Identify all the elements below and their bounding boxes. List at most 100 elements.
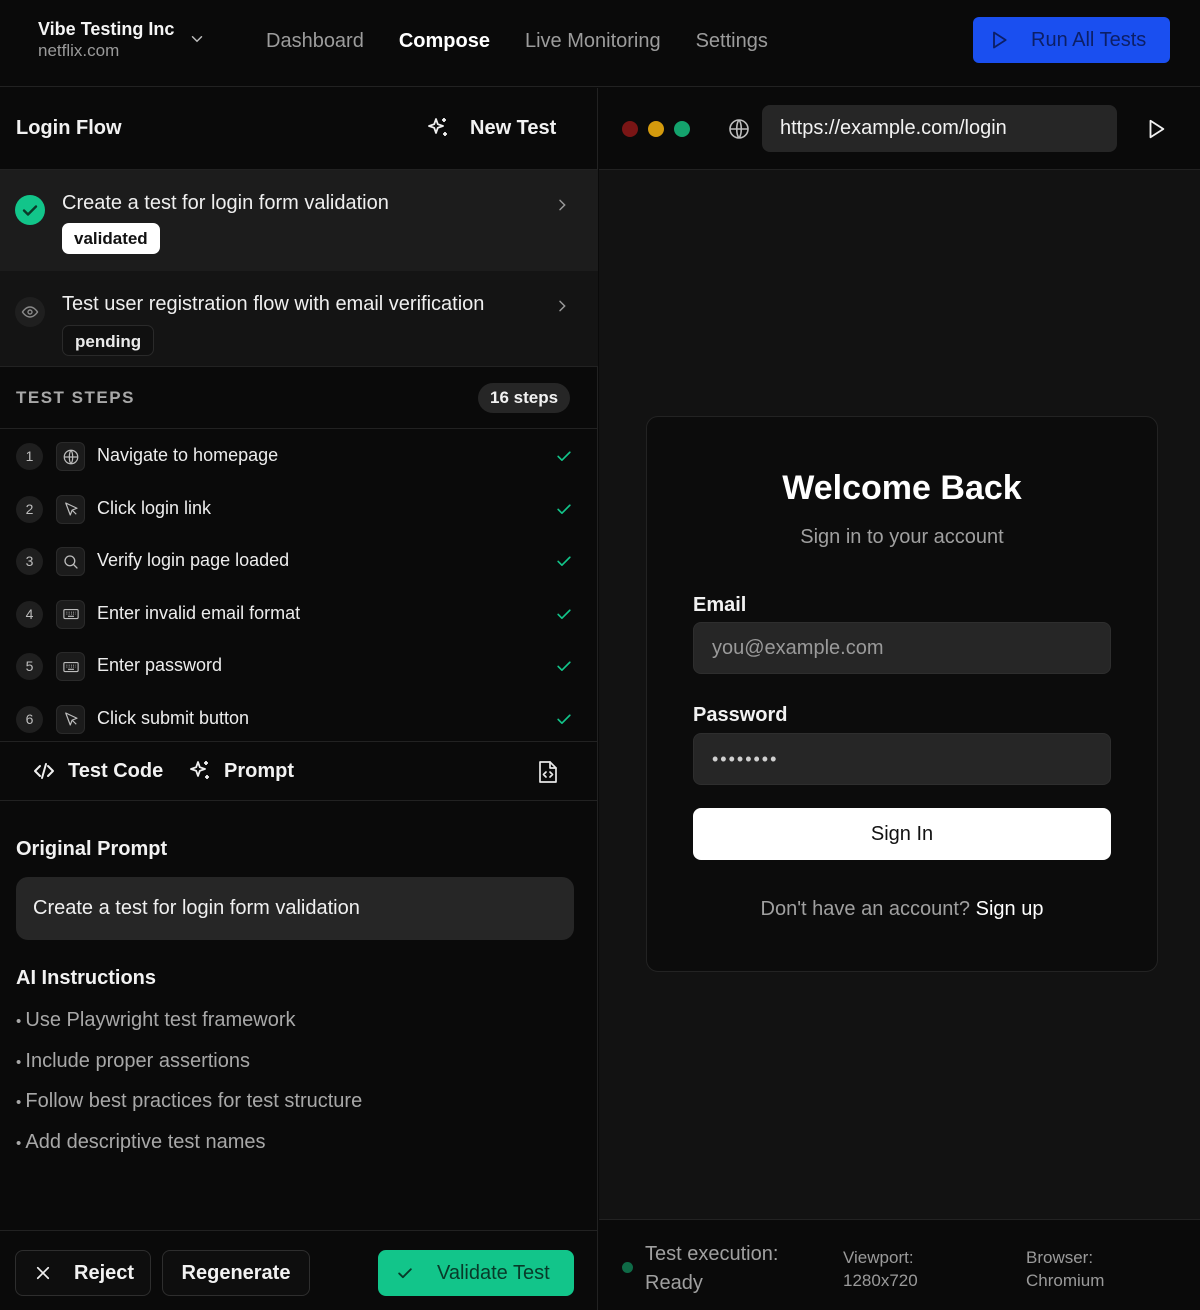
browser-label: Browser: xyxy=(1026,1248,1094,1267)
list-item: Include proper assertions xyxy=(16,1047,362,1088)
test-steps-label: TEST STEPS xyxy=(16,388,135,407)
window-close-dot[interactable] xyxy=(622,121,638,137)
search-icon xyxy=(56,547,85,576)
step-number: 2 xyxy=(16,495,43,523)
window-maximize-dot[interactable] xyxy=(674,121,690,137)
keyboard-icon xyxy=(56,599,85,629)
test-step[interactable]: 4 Enter invalid email format xyxy=(0,588,598,640)
check-icon xyxy=(554,604,574,624)
browser-bar: https://example.com/login xyxy=(599,88,1200,170)
tab-test-code[interactable]: Test Code xyxy=(32,759,163,783)
signup-prompt-text: Don't have an account? xyxy=(760,898,971,920)
reject-label: Reject xyxy=(74,1261,135,1284)
sign-up-link[interactable]: Sign up xyxy=(976,898,1044,920)
test-item-login-validation[interactable]: Create a test for login form validation … xyxy=(0,170,598,271)
step-label: Enter invalid email format xyxy=(97,602,301,623)
step-number: 4 xyxy=(16,600,43,628)
chevron-right-icon xyxy=(554,197,570,213)
composer-panel: Login Flow New Test Create a test for lo… xyxy=(0,88,598,1310)
run-all-tests-button[interactable]: Run All Tests xyxy=(973,17,1170,63)
signup-prompt: Don't have an account? Sign up xyxy=(647,898,1157,921)
step-label: Click submit button xyxy=(97,707,250,728)
test-execution-value: Ready xyxy=(645,1272,703,1294)
step-number: 1 xyxy=(16,443,43,470)
nav-live-monitoring[interactable]: Live Monitoring xyxy=(525,28,661,54)
play-icon[interactable] xyxy=(1145,118,1167,140)
test-title: Create a test for login form validation xyxy=(62,192,389,214)
tab-prompt[interactable]: Prompt xyxy=(188,759,294,783)
regenerate-button[interactable]: Regenerate xyxy=(162,1250,310,1296)
org-switcher[interactable]: Vibe Testing Inc netflix.com xyxy=(38,18,174,62)
new-test-label: New Test xyxy=(470,116,557,139)
browser-preview-panel: https://example.com/login Welcome Back S… xyxy=(599,88,1200,1310)
list-item: Follow best practices for test structure xyxy=(16,1087,362,1128)
status-badge: validated xyxy=(62,223,160,254)
flow-bar: Login Flow New Test xyxy=(0,88,598,170)
list-item: Add descriptive test names xyxy=(16,1128,362,1169)
sparkle-icon xyxy=(426,116,450,140)
original-prompt-title: Original Prompt xyxy=(16,838,168,860)
password-field[interactable]: •••••••• xyxy=(693,733,1111,785)
step-label: Verify login page loaded xyxy=(97,550,290,570)
keyboard-icon xyxy=(56,652,85,681)
file-code-icon[interactable] xyxy=(537,760,559,784)
editor-tabs: Test Code Prompt xyxy=(0,741,598,801)
step-number: 3 xyxy=(16,548,43,575)
sparkle-icon xyxy=(188,759,212,783)
nav-settings[interactable]: Settings xyxy=(696,28,768,54)
check-icon xyxy=(554,709,574,729)
check-icon xyxy=(554,446,574,466)
login-preview-card: Welcome Back Sign in to your account Ema… xyxy=(646,416,1158,972)
test-item-registration[interactable]: Test user registration flow with email v… xyxy=(0,271,598,367)
step-label: Enter password xyxy=(97,655,223,675)
check-icon xyxy=(554,499,574,519)
step-number: 6 xyxy=(16,705,43,733)
browser-info: Browser: Chromium xyxy=(1026,1246,1104,1292)
viewport-value: 1280x720 xyxy=(843,1271,918,1290)
reject-button[interactable]: Reject xyxy=(15,1250,151,1296)
password-label: Password xyxy=(693,704,788,726)
check-icon xyxy=(554,551,574,571)
step-number: 5 xyxy=(16,653,43,680)
test-step[interactable]: 1 Navigate to homepage xyxy=(0,430,598,482)
status-dot xyxy=(622,1262,633,1273)
execution-status-bar: Test execution: Ready Viewport: 1280x720… xyxy=(599,1219,1200,1310)
window-minimize-dot[interactable] xyxy=(648,121,664,137)
viewport-label: Viewport: xyxy=(843,1248,914,1267)
url-input[interactable]: https://example.com/login xyxy=(762,105,1117,152)
email-field[interactable]: you@example.com xyxy=(693,622,1111,674)
flow-title: Login Flow xyxy=(16,117,122,139)
sign-in-button[interactable]: Sign In xyxy=(693,808,1111,860)
nav-compose[interactable]: Compose xyxy=(399,28,490,54)
original-prompt-text: Create a test for login form validation xyxy=(16,877,574,940)
check-icon xyxy=(554,656,574,676)
tab-test-code-label: Test Code xyxy=(68,759,164,782)
check-circle-icon xyxy=(15,195,45,225)
list-item: Use Playwright test framework xyxy=(16,1006,362,1047)
test-step[interactable]: 2 Click login link xyxy=(0,483,598,535)
step-label: Navigate to homepage xyxy=(97,445,279,465)
viewport-info: Viewport: 1280x720 xyxy=(843,1246,918,1292)
test-step[interactable]: 5 Enter password xyxy=(0,640,598,692)
new-test-button[interactable]: New Test xyxy=(426,116,556,140)
test-step[interactable]: 3 Verify login page loaded xyxy=(0,535,598,587)
validate-test-button[interactable]: Validate Test xyxy=(378,1250,574,1296)
code-icon xyxy=(32,759,56,783)
main-nav: Dashboard Compose Live Monitoring Settin… xyxy=(266,28,768,54)
test-steps-list[interactable]: 1 Navigate to homepage 2 Click login lin… xyxy=(0,430,598,742)
chevron-down-icon[interactable] xyxy=(188,30,206,48)
status-badge: pending xyxy=(62,325,155,356)
validate-test-label: Validate Test xyxy=(437,1261,550,1284)
test-execution-label: Test execution: xyxy=(645,1243,779,1265)
test-steps-header: TEST STEPS 16 steps xyxy=(0,367,598,429)
cursor-icon xyxy=(56,704,85,734)
test-step[interactable]: 6 Click submit button xyxy=(0,693,598,743)
tab-prompt-label: Prompt xyxy=(224,759,294,782)
top-header: Vibe Testing Inc netflix.com Dashboard C… xyxy=(0,0,1200,87)
browser-value: Chromium xyxy=(1026,1271,1105,1290)
step-label: Click login link xyxy=(97,497,212,518)
ai-instructions-list: Use Playwright test framework Include pr… xyxy=(16,1006,362,1168)
nav-dashboard[interactable]: Dashboard xyxy=(266,28,364,54)
cursor-icon xyxy=(56,494,85,524)
globe-icon xyxy=(56,442,85,471)
